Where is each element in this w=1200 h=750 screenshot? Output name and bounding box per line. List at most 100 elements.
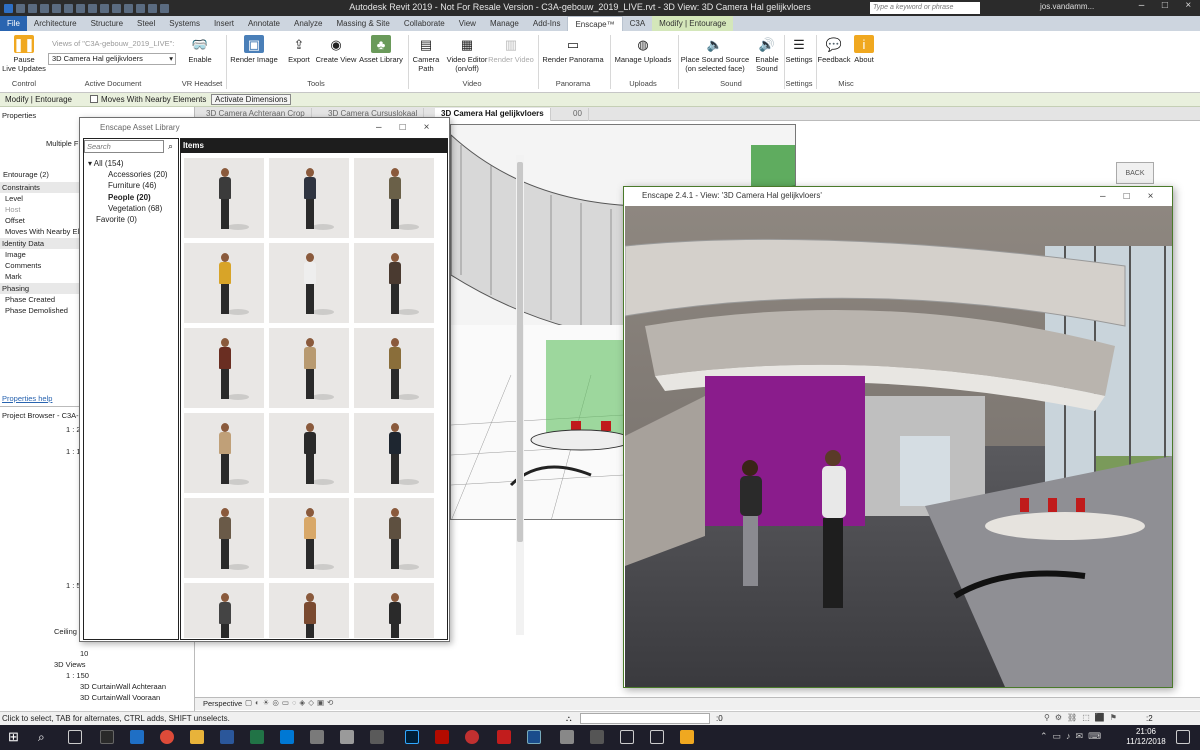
asset-thumbnail[interactable] [184,413,264,493]
minimize-icon[interactable]: – [1139,0,1145,16]
asset-thumbnail[interactable] [354,243,434,323]
design-option-dropdown[interactable] [580,713,710,724]
group-phasing[interactable]: Phasing [0,283,80,294]
category-accessories[interactable]: Accessories (20) [108,170,168,179]
maximize-icon[interactable]: □ [1124,187,1130,206]
text-icon[interactable] [112,3,121,13]
app-icon[interactable] [560,730,574,744]
maximize-icon[interactable]: □ [400,118,406,137]
app-icon[interactable] [465,730,479,744]
search-icon[interactable]: ⌕ [164,140,177,153]
clock-date[interactable]: 11/12/2018 [1124,737,1168,746]
3d-view-icon[interactable] [124,3,133,13]
user-account[interactable]: jos.vandamm... [1040,2,1094,11]
section-icon[interactable] [136,3,145,13]
tab-insert[interactable]: Insert [207,16,241,31]
close-icon[interactable]: × [1148,187,1154,206]
asset-thumbnail[interactable] [269,413,349,493]
active-view-dropdown[interactable]: 3D Camera Hal gelijkvloers ▾ [48,53,176,65]
system-tray-icons[interactable]: ⌃▭♪✉⌨ [1040,731,1106,742]
open-icon[interactable] [16,3,25,13]
category-furniture[interactable]: Furniture (46) [108,181,156,190]
thin-lines-icon[interactable] [148,3,157,13]
about-button[interactable]: i About [852,33,876,64]
tab-add-ins[interactable]: Add-Ins [526,16,568,31]
minimize-icon[interactable]: – [1100,187,1106,206]
place-sound-source-button[interactable]: 🔈 Place Sound Source (on selected face) [680,33,750,74]
worksets-icon[interactable]: ⛬ [566,714,572,724]
tree-item[interactable]: 1 : 150 [66,671,89,680]
outlook-icon[interactable] [280,730,294,744]
close-icon[interactable]: × [1185,0,1191,16]
render-panorama-button[interactable]: ▭ Render Panorama [540,33,606,65]
maximize-icon[interactable]: □ [1162,0,1168,16]
type-selector[interactable]: Multiple F [46,139,79,148]
view-cube[interactable]: BACK [1116,162,1154,184]
tree-item[interactable]: 10 [80,649,88,658]
close-hidden-icon[interactable] [160,3,169,13]
enable-sound-button[interactable]: 🔊 Enable Sound [752,33,782,74]
tab-modify-entourage[interactable]: Modify | Entourage [652,16,734,31]
asset-thumbnail[interactable] [184,583,264,638]
asset-thumbnail[interactable] [354,583,434,638]
close-icon[interactable]: × [424,118,430,137]
chrome-icon[interactable] [160,730,174,744]
tab-view-hal[interactable]: 3D Camera Hal gelijkvloers [435,108,551,121]
render-image-button[interactable]: ▣ Render Image [228,33,280,64]
group-identity-data[interactable]: Identity Data [0,238,80,249]
app-icon[interactable] [590,730,604,744]
tab-massing-site[interactable]: Massing & Site [329,16,396,31]
tab-view[interactable]: View [452,16,483,31]
vr-app-icon[interactable] [650,730,664,744]
asset-thumbnail[interactable] [269,583,349,638]
app-icon[interactable] [310,730,324,744]
view-mode-label[interactable]: Perspective [203,699,242,708]
category-vegetation[interactable]: Vegetation (68) [108,204,162,213]
asset-thumbnail[interactable] [269,158,349,238]
windows-start-icon[interactable]: ⊞ [8,730,22,744]
word-icon[interactable] [220,730,234,744]
asset-thumbnail[interactable] [269,243,349,323]
checkbox-box[interactable] [90,95,98,103]
tree-item[interactable]: 3D Views [54,660,86,669]
tree-item[interactable]: 3D CurtainWall Vooraan [80,693,160,702]
tree-item[interactable]: 3D CurtainWall Achteraan [80,682,166,691]
asset-thumbnail[interactable] [269,328,349,408]
group-constraints[interactable]: Constraints [0,182,80,193]
create-view-button[interactable]: ◉ Create View [315,33,357,65]
asset-thumbnail[interactable] [184,498,264,578]
redo-icon[interactable] [64,3,73,13]
tab-enscape[interactable]: Enscape™ [567,16,623,31]
selection-filter-icons[interactable]: ⚲⚙⛓⬚⬛⚑ [1044,713,1122,722]
archicad-icon[interactable] [497,730,511,744]
clock-time[interactable]: 21:06 [1128,727,1164,736]
ie-icon[interactable] [130,730,144,744]
measure-icon[interactable] [88,3,97,13]
print-icon[interactable] [76,3,85,13]
asset-thumbnail[interactable] [184,158,264,238]
photoshop-icon[interactable] [405,730,419,744]
tab-annotate[interactable]: Annotate [241,16,287,31]
asset-thumbnail[interactable] [184,243,264,323]
activate-dimensions-button[interactable]: Activate Dimensions [211,94,292,105]
tab-structure[interactable]: Structure [84,16,130,31]
asset-thumbnail[interactable] [184,328,264,408]
moves-with-nearby-checkbox[interactable]: Moves With Nearby Elements [90,94,206,106]
category-all[interactable]: ▾ All (154) [88,159,124,168]
category-people[interactable]: People (20) [108,193,151,202]
tree-item[interactable]: Ceiling [54,627,77,636]
tab-c3a[interactable]: C3A [623,16,653,31]
category-favorite[interactable]: Favorite (0) [96,215,137,224]
revit-logo-icon[interactable] [4,3,13,13]
app-icon[interactable] [340,730,354,744]
edge-icon[interactable] [100,730,114,744]
properties-help-link[interactable]: Properties help [2,394,52,403]
dimension-icon[interactable] [100,3,109,13]
minimize-icon[interactable]: – [376,118,382,137]
scrollbar-thumb[interactable] [517,162,523,542]
task-view-icon[interactable] [68,730,82,744]
pause-live-updates-button[interactable]: ❚❚ Pause Live Updates [2,33,46,73]
instance-selector[interactable]: Entourage (2) [3,170,49,179]
asset-thumbnail[interactable] [354,413,434,493]
camera-path-button[interactable]: ▤ Camera Path [410,33,442,74]
